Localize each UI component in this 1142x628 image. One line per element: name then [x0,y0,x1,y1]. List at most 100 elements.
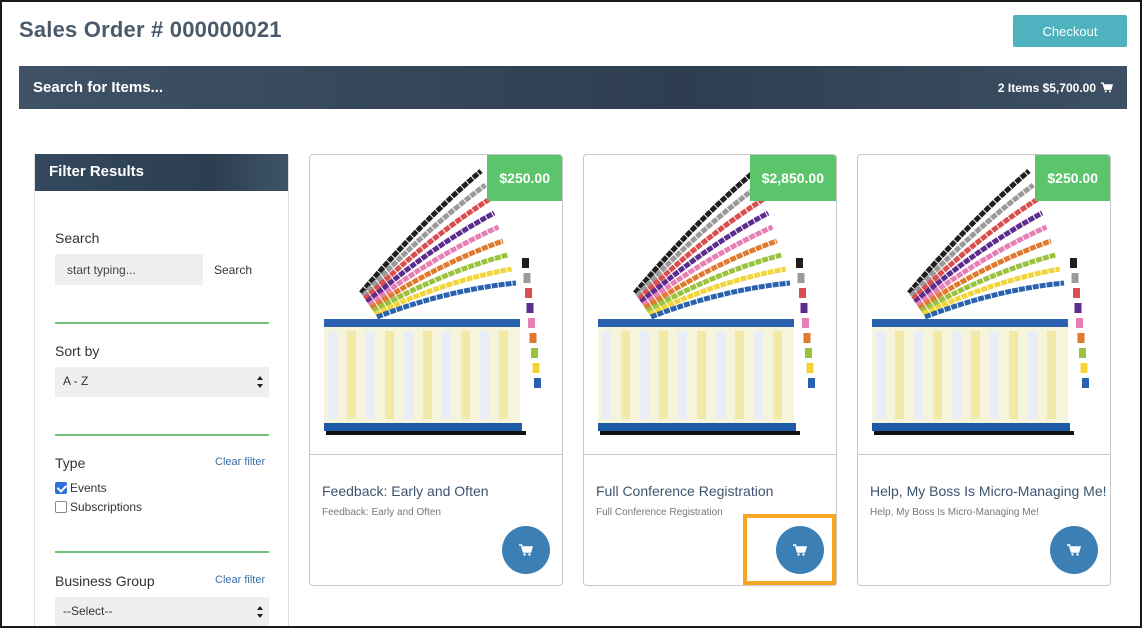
ribbon-tab [526,303,534,313]
banner-shadow [600,431,800,435]
select-arrows-icon [257,376,263,388]
cart-summary-text: 2 Items $5,700.00 [997,80,1096,95]
filter-sidebar: Filter Results Search Search Sort by A -… [34,154,289,626]
banner-pattern-stripe [678,331,687,419]
search-label: Search [55,230,100,246]
cart-summary[interactable]: 2 Items $5,700.00 [998,81,1113,95]
events-label: Events [70,481,107,495]
business-group-clear-filter-link[interactable]: Clear filter [215,574,265,586]
ribbon-stroke [924,280,1065,320]
add-to-cart-button[interactable] [502,526,550,574]
banner-pattern-stripe [499,331,508,419]
search-input[interactable] [55,254,203,285]
banner-pattern-stripe [659,331,668,419]
product-title[interactable]: Help, My Boss Is Micro-Managing Me! [870,483,1107,499]
ribbon-tab [799,288,806,298]
banner-pattern-stripe [876,331,885,419]
events-checkbox[interactable] [55,482,67,494]
sort-by-select[interactable]: A - Z [55,367,269,397]
product-title[interactable]: Full Conference Registration [596,483,831,499]
checkout-button[interactable]: Checkout [1013,15,1127,47]
section-divider [55,322,269,324]
ribbon-tab [797,273,805,283]
product-card[interactable]: $250.00 Help, My Boss Is Micro-Managing … [857,154,1111,586]
section-divider [55,551,269,553]
banner-pattern-stripe [404,331,413,419]
search-button[interactable]: Search [214,263,252,277]
product-card[interactable]: $2,850.00 Full Conference Registration F… [583,154,837,586]
event-banner-image [324,169,541,435]
product-image[interactable]: $250.00 [310,155,562,455]
business-group-select[interactable]: --Select-- [55,597,269,626]
price-badge: $2,850.00 [749,155,836,201]
ribbon-tab [1080,363,1088,373]
banner-bottom-edge [324,423,522,431]
banner-pattern-stripe [697,331,706,419]
filter-results-header: Filter Results [35,154,288,191]
ribbon-tab [1074,303,1082,313]
shopping-cart-icon [1101,82,1113,93]
product-card[interactable]: $250.00 Feedback: Early and Often Feedba… [309,154,563,586]
ribbon-tab [800,303,808,313]
banner-pattern-stripe [990,331,999,419]
banner-top-edge [872,319,1068,327]
select-arrows-icon [257,606,263,618]
subscriptions-checkbox[interactable] [55,501,67,513]
product-subtitle: Feedback: Early and Often [322,507,441,518]
add-to-cart-button[interactable] [1050,526,1098,574]
section-divider [55,434,269,436]
banner-pattern-stripe [328,331,337,419]
product-subtitle: Help, My Boss Is Micro-Managing Me! [870,507,1039,518]
type-clear-filter-link[interactable]: Clear filter [215,456,265,468]
shopping-cart-icon [519,544,533,556]
sort-by-label: Sort by [55,343,100,359]
ribbon-tab [808,378,815,388]
price-badge: $250.00 [1035,155,1110,201]
banner-bottom-edge [872,423,1070,431]
price-badge: $250.00 [487,155,562,201]
banner-pattern-stripe [461,331,470,419]
banner-shadow [326,431,526,435]
business-group-label: Business Group [55,573,155,589]
business-group-value: --Select-- [63,604,113,618]
type-option-events[interactable]: Events [55,481,107,495]
banner-pattern-stripe [442,331,451,419]
banner-bottom-edge [598,423,796,431]
app-window: Sales Order # 000000021 Checkout Search … [0,0,1142,628]
product-title[interactable]: Feedback: Early and Often [322,483,557,499]
shopping-cart-icon [793,544,807,556]
ribbon-stroke [907,169,1031,295]
banner-pattern-stripe [1009,331,1018,419]
banner-pattern-stripe [640,331,649,419]
banner-pattern-stripe [971,331,980,419]
search-items-label: Search for Items... [33,79,164,96]
ribbon-tab [1077,333,1085,343]
banner-pattern-stripe [754,331,763,419]
ribbon-tab [1079,348,1086,358]
ribbon-tab [1076,318,1083,328]
ribbon-tab [528,318,535,328]
event-banner-image [598,169,815,435]
type-option-subscriptions[interactable]: Subscriptions [55,500,142,514]
banner-pattern-stripe [914,331,923,419]
ribbon-tab [803,333,811,343]
banner-pattern-stripe [716,331,725,419]
banner-pattern-stripe [602,331,611,419]
event-banner-image [872,169,1089,435]
ribbon-tab [1082,378,1089,388]
product-image[interactable]: $250.00 [858,155,1110,455]
ribbon-tab [532,363,540,373]
search-items-bar[interactable]: Search for Items... 2 Items $5,700.00 [19,66,1127,109]
banner-pattern-stripe [952,331,961,419]
banner-pattern-stripe [423,331,432,419]
ribbon-tab [806,363,814,373]
add-to-cart-button[interactable] [776,526,824,574]
shopping-cart-icon [1067,544,1081,556]
product-image[interactable]: $2,850.00 [584,155,836,455]
ribbon-tab [1070,258,1077,268]
banner-pattern-stripe [385,331,394,419]
ribbon-tab [796,258,803,268]
ribbon-tab [1073,288,1080,298]
ribbon-tab [534,378,541,388]
banner-top-edge [324,319,520,327]
